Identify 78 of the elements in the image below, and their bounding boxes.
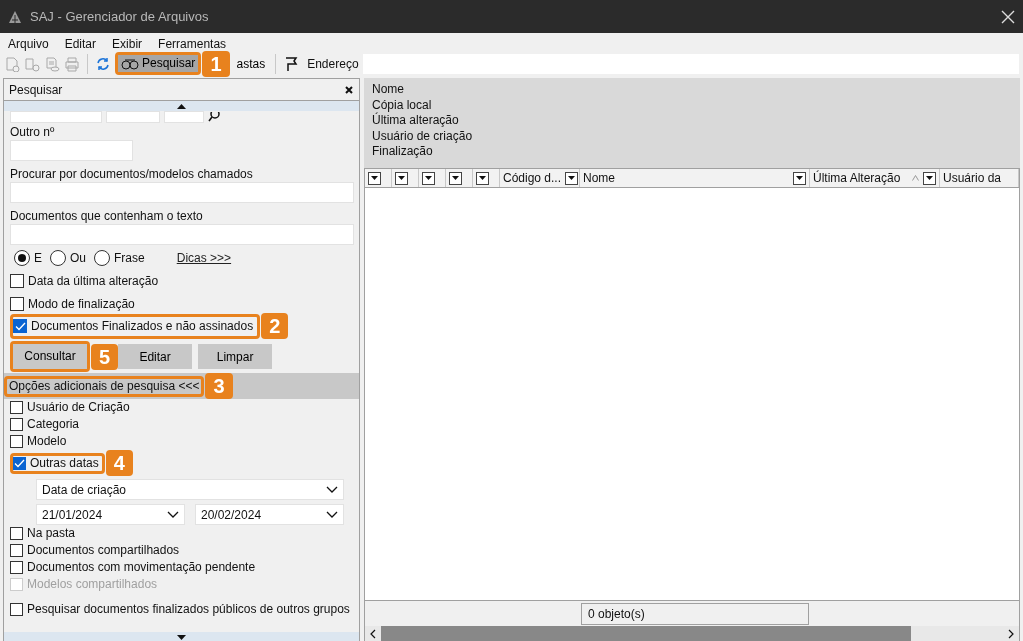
step-badge: 4	[105, 450, 133, 476]
dropdown-arrow-icon[interactable]	[796, 176, 803, 180]
input-field[interactable]	[10, 224, 354, 245]
action-button[interactable]: Editar	[118, 344, 193, 369]
tips-link[interactable]: Dicas >>>	[176, 249, 232, 267]
menu-item[interactable]: Arquivo	[8, 35, 49, 53]
radio-option[interactable]: Frase	[94, 249, 145, 267]
checkmark-icon	[14, 321, 26, 331]
column-header[interactable]	[392, 169, 419, 187]
menu-item[interactable]: Editar	[64, 35, 97, 53]
detail-label: Nome	[372, 82, 405, 98]
checkbox-option[interactable]: Documentos com movimentação pendente	[10, 559, 256, 576]
menu-item[interactable]: Exibir	[112, 35, 143, 53]
checkbox-option[interactable]: Usuário de Criação	[10, 399, 130, 416]
dropdown-arrow-icon[interactable]	[568, 176, 576, 180]
column-header[interactable]: Última Alteração	[810, 169, 940, 187]
chevron-down-icon	[167, 511, 179, 518]
step-badge: 3	[205, 373, 233, 399]
column-header[interactable]	[419, 169, 446, 187]
detail-label: Finalização	[372, 144, 434, 160]
close-icon[interactable]	[344, 84, 354, 95]
checkbox-option[interactable]: Documentos compartilhados	[10, 542, 180, 559]
dropdown-arrow-icon[interactable]	[425, 176, 432, 180]
checkbox-option[interactable]: Data da última alteração	[10, 272, 159, 290]
dropdown-arrow-icon[interactable]	[452, 176, 459, 180]
refresh-icon[interactable]	[95, 55, 111, 72]
horizontal-scrollbar[interactable]	[365, 626, 1019, 641]
radio-option[interactable]: Ou	[50, 249, 87, 267]
column-header[interactable]	[365, 169, 392, 187]
up-arrow-icon	[177, 103, 186, 109]
input-field[interactable]	[10, 182, 354, 203]
down-arrow-icon	[177, 634, 186, 640]
address-label: Endereço	[307, 55, 359, 73]
app-logo-icon	[8, 9, 22, 24]
flag-icon[interactable]	[283, 55, 300, 72]
window-title: SAJ - Gerenciador de Arquivos	[30, 7, 210, 26]
search-button[interactable]: Pesquisar	[118, 55, 199, 72]
action-button[interactable]: Limpar	[198, 344, 273, 369]
detail-label: Última alteração	[372, 113, 460, 129]
dropdown-arrow-icon[interactable]	[926, 176, 933, 180]
input-field[interactable]	[106, 111, 160, 123]
checkbox-option[interactable]: Categoria	[10, 416, 80, 433]
toolbar-button[interactable]: astas	[233, 53, 269, 74]
step-badge: 5	[91, 343, 119, 370]
dropdown-arrow-icon[interactable]	[371, 176, 378, 180]
detail-label: Cópia local	[372, 97, 433, 112]
column-header[interactable]: Usuário da	[940, 169, 1019, 187]
status-text: 0 objeto(s)	[581, 602, 809, 625]
dropdown-arrow-icon[interactable]	[398, 176, 405, 180]
date-type-dropdown[interactable]: Data de criação	[36, 479, 344, 500]
input-field[interactable]	[10, 111, 102, 123]
checkmark-icon	[14, 458, 25, 468]
action-button[interactable]: Consultar	[13, 344, 87, 369]
checkbox-option[interactable]: Modo de finalização	[10, 295, 135, 313]
field-label: Procurar por documentos/modelos chamados	[10, 167, 254, 182]
field-label: Documentos que contenham o texto	[10, 209, 204, 224]
step-badge: 2	[261, 313, 289, 339]
search-icon[interactable]	[208, 112, 220, 122]
chevron-down-icon	[326, 486, 338, 493]
date-picker[interactable]: 21/01/2024	[36, 504, 185, 525]
column-header[interactable]	[446, 169, 473, 187]
binoculars-icon	[121, 57, 139, 70]
field-label: Outro nº	[10, 125, 56, 140]
input-field[interactable]	[10, 140, 133, 161]
date-picker[interactable]: 20/02/2024	[195, 504, 344, 525]
column-header[interactable]: Código d...	[500, 169, 580, 187]
column-header[interactable]	[473, 169, 500, 187]
checkbox-option[interactable]: Na pasta	[10, 525, 76, 542]
dropdown-arrow-icon[interactable]	[479, 176, 486, 180]
menu-item[interactable]: Ferramentas	[158, 35, 227, 53]
input-field[interactable]	[164, 111, 204, 123]
step-badge: 1	[202, 50, 230, 77]
column-header[interactable]: Nome	[580, 169, 810, 187]
panel-title: Pesquisar	[9, 81, 63, 99]
chevron-down-icon	[326, 511, 338, 518]
detail-label: Usuário de criação	[372, 128, 474, 144]
checkbox-option[interactable]: Modelo	[10, 433, 67, 450]
checkbox-option[interactable]: Pesquisar documentos finalizados públicos de outros grupos	[10, 601, 350, 618]
